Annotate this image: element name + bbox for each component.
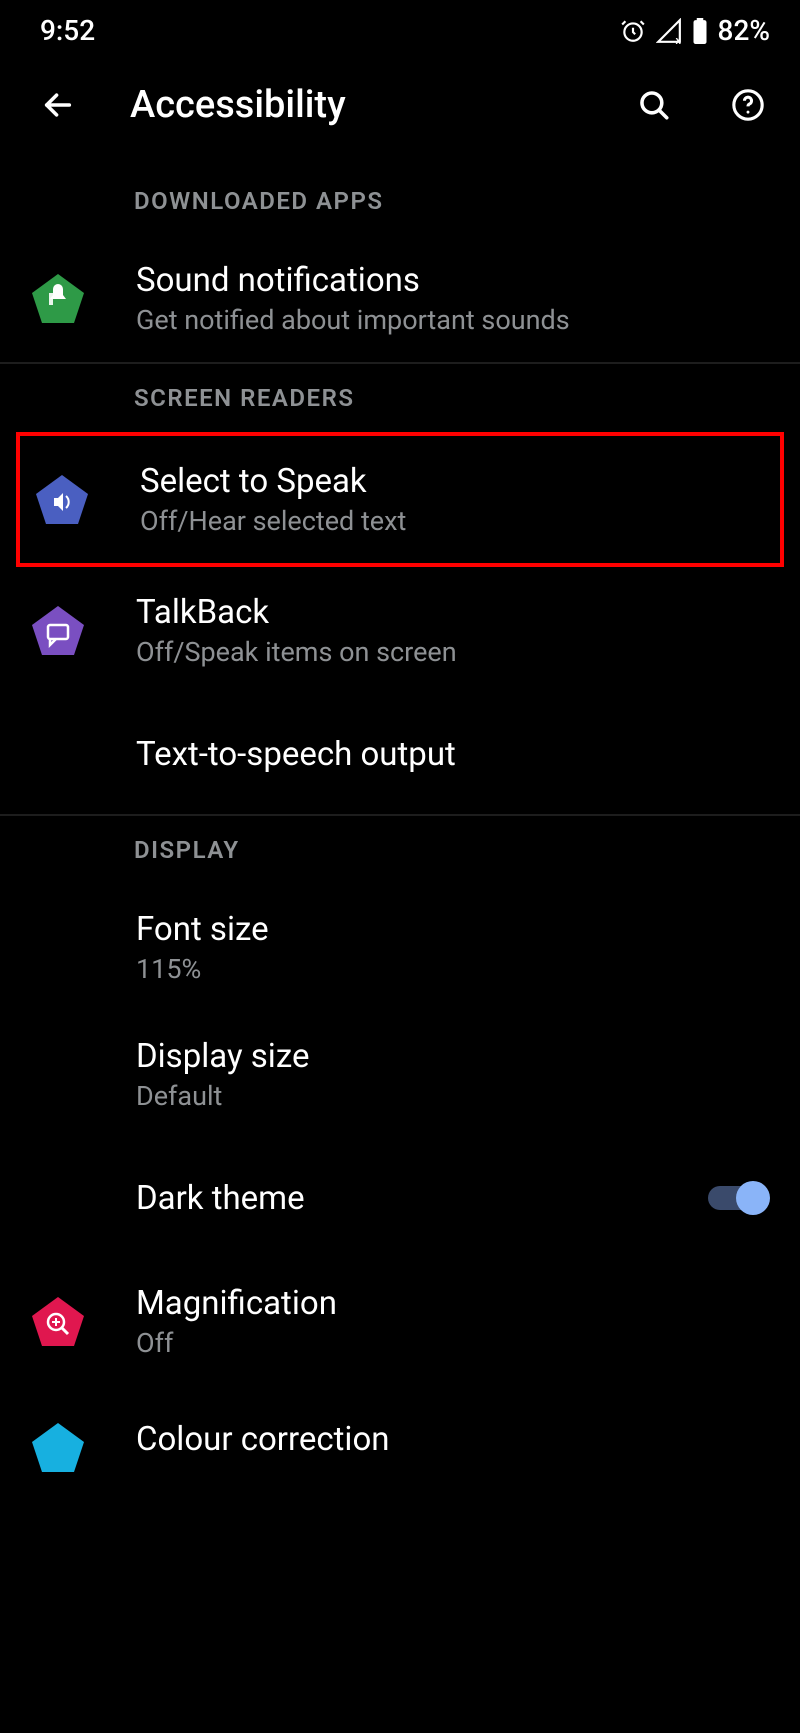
colour-correction-icon <box>30 1420 86 1476</box>
item-title: Colour correction <box>136 1420 770 1459</box>
talkback-icon <box>30 603 86 659</box>
item-magnification[interactable]: Magnification Off <box>0 1258 800 1385</box>
status-bar: 9:52 x 82% <box>0 0 800 57</box>
item-title: Font size <box>136 910 770 949</box>
item-dark-theme[interactable]: Dark theme <box>0 1138 800 1258</box>
item-font-size[interactable]: Font size 115% <box>0 884 800 1011</box>
help-icon <box>731 88 765 122</box>
search-button[interactable] <box>632 83 676 127</box>
signal-icon: x <box>656 18 682 44</box>
item-subtitle: Off/Hear selected text <box>140 505 766 537</box>
svg-text:x: x <box>675 34 681 44</box>
item-subtitle: 115% <box>136 953 770 985</box>
app-bar: Accessibility <box>0 57 800 167</box>
magnification-icon <box>30 1294 86 1350</box>
item-talkback[interactable]: TalkBack Off/Speak items on screen <box>0 567 800 694</box>
item-tts[interactable]: Text-to-speech output <box>0 694 800 814</box>
search-icon <box>637 88 671 122</box>
item-display-size[interactable]: Display size Default <box>0 1011 800 1138</box>
status-right: x 82% <box>620 14 770 47</box>
page-title: Accessibility <box>130 83 582 127</box>
item-title: Text-to-speech output <box>136 735 770 774</box>
item-title: Magnification <box>136 1284 770 1323</box>
item-colour-correction[interactable]: Colour correction <box>0 1385 800 1467</box>
status-time: 9:52 <box>40 14 95 47</box>
item-title: Select to Speak <box>140 462 766 501</box>
item-select-to-speak[interactable]: Select to Speak Off/Hear selected text <box>16 432 784 567</box>
help-button[interactable] <box>726 83 770 127</box>
alarm-icon <box>620 18 646 44</box>
item-title: TalkBack <box>136 593 770 632</box>
item-subtitle: Off <box>136 1327 770 1359</box>
item-title: Display size <box>136 1037 770 1076</box>
section-header-display: DISPLAY <box>0 816 800 884</box>
item-subtitle: Off/Speak items on screen <box>136 636 770 668</box>
back-button[interactable] <box>36 83 80 127</box>
battery-icon <box>692 18 708 44</box>
item-title: Sound notifications <box>136 261 770 300</box>
status-battery: 82% <box>718 14 770 47</box>
section-header-downloaded: DOWNLOADED APPS <box>0 167 800 235</box>
select-to-speak-icon <box>34 472 90 528</box>
item-sound-notifications[interactable]: Sound notifications Get notified about i… <box>0 235 800 362</box>
back-arrow-icon <box>41 88 75 122</box>
sound-notifications-icon <box>30 271 86 327</box>
item-title: Dark theme <box>136 1179 658 1218</box>
item-subtitle: Default <box>136 1080 770 1112</box>
section-header-screenreaders: SCREEN READERS <box>0 364 800 432</box>
item-subtitle: Get notified about important sounds <box>136 304 770 336</box>
dark-theme-toggle[interactable] <box>708 1181 770 1215</box>
